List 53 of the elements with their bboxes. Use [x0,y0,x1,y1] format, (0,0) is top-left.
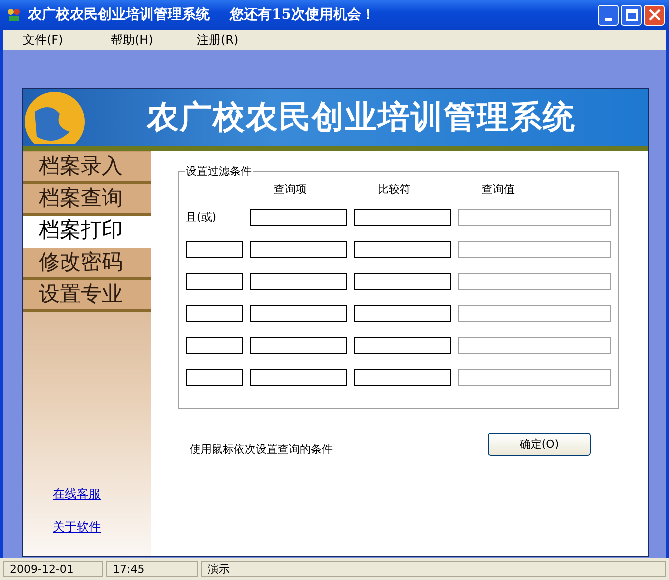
operator-field[interactable] [354,305,451,322]
connector-label: 且(或) [186,210,218,225]
ok-button[interactable]: 确定(O) [488,433,591,456]
maximize-button[interactable] [621,4,642,26]
operator-field[interactable] [354,273,451,290]
sidebar-item[interactable]: 档案打印 [23,216,151,248]
query-item-field[interactable] [250,209,347,226]
query-item-field[interactable] [250,273,347,290]
maximize-icon [626,9,638,21]
banner-title: 农广校农民创业培训管理系统 [147,96,576,138]
menu-item[interactable]: 文件(F) [3,32,103,48]
query-value-field[interactable] [458,369,611,386]
status-field: 2009-12-01 [3,561,103,577]
app-icon [6,7,22,23]
sidebar-item[interactable]: 设置专业 [23,280,151,312]
sidebar-item[interactable]: 修改密码 [23,248,151,280]
sidebar-link[interactable]: 关于软件 [53,519,101,536]
query-value-field[interactable] [458,209,611,226]
status-field: 17:45 [106,561,198,577]
close-button[interactable] [644,4,665,26]
query-value-field[interactable] [458,241,611,258]
sidebar-item[interactable]: 档案查询 [23,184,151,216]
query-item-field[interactable] [250,337,347,354]
minimize-button[interactable] [598,4,619,26]
connector-field[interactable] [186,337,243,354]
usage-notice: 您还有15次使用机会！ [230,6,376,24]
sidebar-link[interactable]: 在线客服 [53,486,101,503]
connector-field[interactable] [186,241,243,258]
hint-text: 使用鼠标依次设置查询的条件 [190,442,333,457]
operator-field[interactable] [354,241,451,258]
connector-field[interactable] [186,273,243,290]
sidebar-item[interactable]: 档案录入 [23,152,151,184]
operator-field[interactable] [354,337,451,354]
query-value-field[interactable] [458,305,611,322]
group-legend: 设置过滤条件 [185,164,253,179]
operator-field[interactable] [354,369,451,386]
menu-item[interactable]: 帮助(H) [103,32,189,48]
query-item-field[interactable] [250,241,347,258]
column-header: 查询值 [481,182,516,194]
connector-field[interactable] [186,305,243,322]
column-header: 比较符 [377,182,412,194]
operator-field[interactable] [354,209,451,226]
status-field: 演示 [201,561,666,577]
minimize-icon [605,18,612,20]
menu-item[interactable]: 注册(R) [189,32,275,48]
window-title: 农广校农民创业培训管理系统 [28,6,210,24]
query-value-field[interactable] [458,337,611,354]
close-icon [648,9,660,21]
query-item-field[interactable] [250,305,347,322]
connector-field[interactable] [186,369,243,386]
column-header: 查询项 [273,182,308,194]
query-item-field[interactable] [250,369,347,386]
query-value-field[interactable] [458,273,611,290]
